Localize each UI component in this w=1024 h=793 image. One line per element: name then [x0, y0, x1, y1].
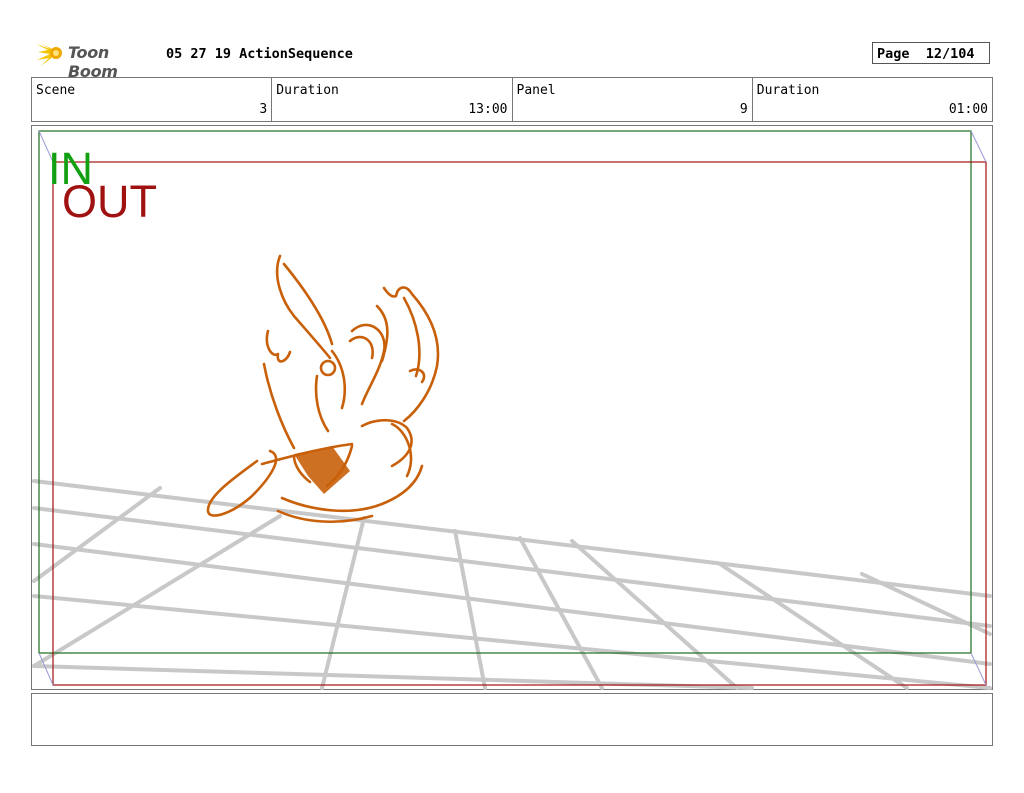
scene-value: 3	[259, 102, 268, 117]
scene-cell: Scene 3	[32, 78, 273, 121]
storyboard-panel[interactable]: IN OUT	[31, 125, 993, 690]
panel-duration-label: Duration	[756, 83, 820, 98]
panel-duration-value: 01:00	[948, 102, 988, 117]
panel-notes-box[interactable]	[31, 693, 993, 746]
page-number: 12/104	[925, 46, 975, 62]
starburst-icon	[36, 44, 62, 66]
page-header: Toon Boom 05 27 19 ActionSequence Page 1…	[30, 38, 994, 81]
panel-duration-cell: Duration 01:00	[753, 78, 992, 121]
in-frame	[38, 130, 972, 654]
sketch-shadow	[294, 446, 350, 494]
panel-cell: Panel 9	[513, 78, 753, 121]
scene-duration-cell: Duration 13:00	[272, 78, 513, 121]
panel-artwork	[32, 130, 992, 690]
scene-duration-value: 13:00	[468, 102, 508, 117]
page-label: Page	[877, 46, 910, 62]
panel-label: Panel	[516, 83, 556, 98]
floor-grid	[32, 479, 992, 690]
logo-text: Toon Boom	[68, 43, 118, 81]
out-label: OUT	[62, 176, 157, 227]
panel-info-row: Scene 3 Duration 13:00 Panel 9 Duration …	[31, 77, 993, 122]
scene-duration-label: Duration	[276, 83, 339, 98]
document-title: 05 27 19 ActionSequence	[166, 46, 353, 62]
scene-label: Scene	[36, 83, 76, 98]
page-indicator: Page 12/104	[872, 42, 990, 64]
panel-value: 9	[739, 102, 748, 117]
toon-boom-logo: Toon Boom	[32, 38, 160, 81]
